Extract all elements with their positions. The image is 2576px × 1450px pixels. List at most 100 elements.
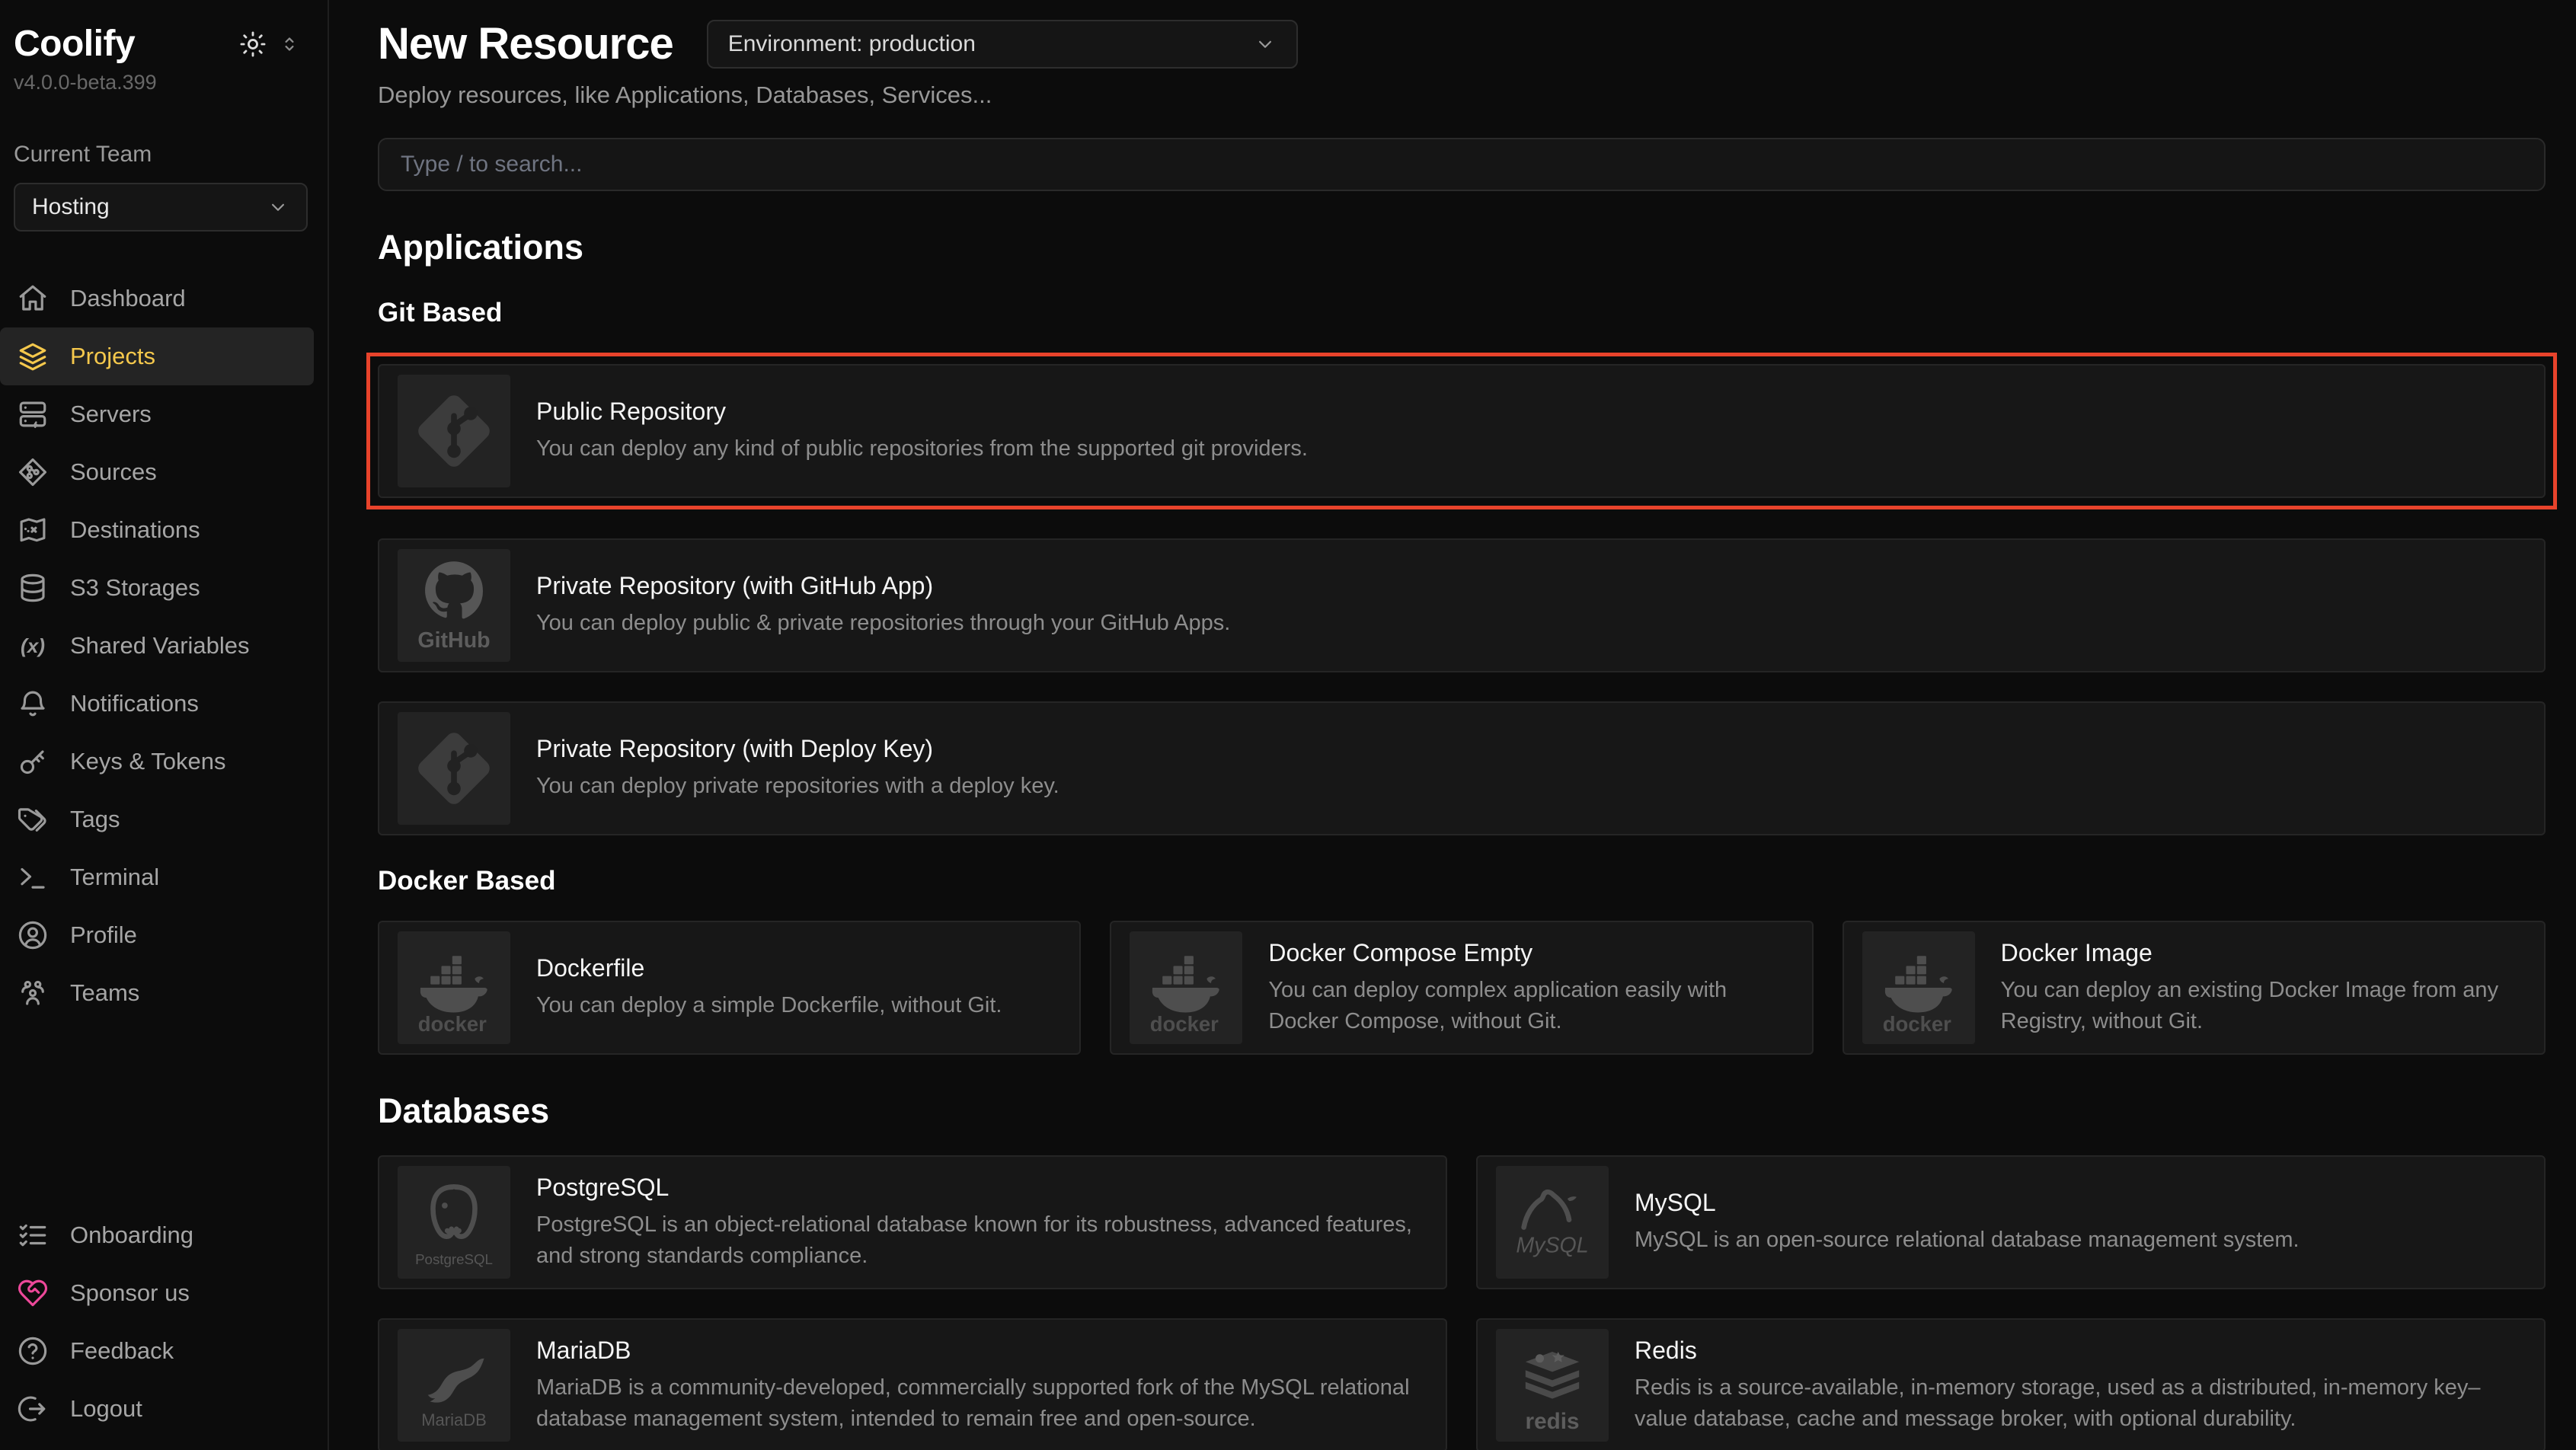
cards-grid-docker-based: docker Dockerfile You can deploy a simple …	[378, 921, 2546, 1055]
docker-logo: docker	[1130, 931, 1242, 1044]
card-description: You can deploy private repositories with…	[536, 771, 1059, 801]
card-title: Redis	[1635, 1337, 2526, 1365]
git-logo	[398, 712, 510, 825]
footer-item-logout[interactable]: Logout	[0, 1380, 314, 1438]
redis-logo: redis	[1496, 1329, 1609, 1442]
svg-text:docker: docker	[1150, 1012, 1219, 1036]
chevron-down-icon	[267, 196, 289, 219]
card-title: Docker Compose Empty	[1268, 939, 1793, 967]
team-select[interactable]: Hosting	[14, 183, 308, 232]
home-icon	[17, 283, 49, 315]
sidebar-item-s3-storages[interactable]: S3 Storages	[0, 559, 314, 617]
theme-toggle-button[interactable]	[235, 26, 271, 62]
list-checks-icon	[17, 1219, 49, 1251]
card-title: Private Repository (with Deploy Key)	[536, 735, 1059, 763]
resource-card-mysql[interactable]: MySQLMySQLMySQL is an open-source relati…	[1476, 1155, 2546, 1289]
sun-icon	[238, 30, 267, 59]
card-body: Dockerfile You can deploy a simple Docker…	[536, 954, 1002, 1020]
nav-item-label: Terminal	[70, 864, 159, 891]
page-header: New Resource Environment: production	[378, 18, 2546, 69]
card-description: You can deploy public & private reposito…	[536, 608, 1230, 638]
sidebar-item-teams[interactable]: Teams	[0, 964, 314, 1022]
resource-card-public-repository[interactable]: Public RepositoryYou can deploy any kind…	[378, 364, 2546, 498]
footer-item-onboarding[interactable]: Onboarding	[0, 1206, 314, 1264]
svg-text:redis: redis	[1526, 1409, 1580, 1434]
card-body: Docker ImageYou can deploy an existing D…	[2001, 939, 2526, 1036]
nav-item-label: Logout	[70, 1395, 142, 1423]
sidebar-item-keys-tokens[interactable]: Keys & Tokens	[0, 733, 314, 790]
nav-item-label: Sponsor us	[70, 1279, 190, 1307]
card-body: Public RepositoryYou can deploy any kind…	[536, 398, 1308, 464]
card-title: MySQL	[1635, 1189, 2300, 1217]
card-body: Private Repository (with Deploy Key) You …	[536, 735, 1059, 801]
nav-item-label: Tags	[70, 806, 120, 833]
heart-handshake-icon	[17, 1277, 49, 1309]
sidebar-item-notifications[interactable]: Notifications	[0, 675, 314, 733]
nav-item-label: Keys & Tokens	[70, 748, 225, 775]
card-title: Docker Image	[2001, 939, 2526, 967]
card-title: PostgreSQL	[536, 1174, 1427, 1202]
sidebar-footer: Onboarding Sponsor us Feedback Logout	[0, 1206, 328, 1450]
svg-text:GitHub: GitHub	[417, 628, 490, 653]
chevrons-up-down-icon	[278, 33, 301, 56]
app-logo: Coolify	[14, 23, 235, 65]
git-logo	[398, 375, 510, 487]
card-description: You can deploy any kind of public reposi…	[536, 433, 1308, 464]
sidebar-item-shared-variables[interactable]: (x)Shared Variables	[0, 617, 314, 675]
resource-card-docker-compose-empty[interactable]: docker Docker Compose Empty You can deploy…	[1110, 921, 1813, 1055]
resource-card-docker-image[interactable]: dockerDocker ImageYou can deploy an exis…	[1843, 921, 2546, 1055]
resource-card-private-repository-with-github-app[interactable]: GitHubPrivate Repository (with GitHub Ap…	[378, 538, 2546, 672]
cards-grid: PostgreSQL PostgreSQL PostgreSQL is an obj…	[378, 1155, 2546, 1450]
help-circle-icon	[17, 1335, 49, 1367]
svg-text:MySQL: MySQL	[1516, 1234, 1588, 1258]
card-description: You can deploy complex application easil…	[1268, 975, 1793, 1036]
section-heading-databases: Databases	[378, 1091, 2546, 1131]
svg-text:docker: docker	[418, 1012, 487, 1036]
sidebar-item-profile[interactable]: Profile	[0, 906, 314, 964]
footer-item-sponsor-us[interactable]: Sponsor us	[0, 1264, 314, 1322]
sidebar-item-servers[interactable]: Servers	[0, 385, 314, 443]
resource-card-private-repository-with-deploy-key[interactable]: Private Repository (with Deploy Key) You …	[378, 701, 2546, 835]
resource-card-dockerfile[interactable]: docker Dockerfile You can deploy a simple …	[378, 921, 1081, 1055]
nav-item-label: Sources	[70, 458, 157, 486]
card-title: MariaDB	[536, 1337, 1427, 1365]
tags-icon	[17, 803, 49, 835]
nav-item-label: Feedback	[70, 1337, 174, 1365]
sidebar: Coolify v4.0.0-beta.399 Current Team Hos…	[0, 0, 329, 1450]
search-input[interactable]	[378, 138, 2546, 191]
card-body: Docker Compose Empty You can deploy compl…	[1268, 939, 1793, 1036]
svg-text:(x): (x)	[21, 634, 45, 657]
layers-icon	[17, 340, 49, 372]
environment-select[interactable]: Environment: production	[707, 20, 1298, 69]
sidebar-header: Coolify v4.0.0-beta.399 Current Team Hos…	[0, 0, 328, 232]
sidebar-expand-button[interactable]	[271, 26, 308, 62]
resource-card-postgresql[interactable]: PostgreSQL PostgreSQL PostgreSQL is an obj…	[378, 1155, 1447, 1289]
card-title: Dockerfile	[536, 954, 1002, 982]
nav-item-label: Notifications	[70, 690, 199, 717]
sidebar-item-tags[interactable]: Tags	[0, 790, 314, 848]
mysql-logo: MySQL	[1496, 1166, 1609, 1279]
svg-text:MariaDB: MariaDB	[421, 1410, 487, 1429]
sidebar-item-sources[interactable]: Sources	[0, 443, 314, 501]
current-team-label: Current Team	[14, 142, 308, 168]
card-description: PostgreSQL is an object-relational datab…	[536, 1209, 1427, 1270]
nav-item-label: Servers	[70, 401, 152, 428]
users-icon	[17, 977, 49, 1009]
resource-card-mariadb[interactable]: MariaDBMariaDBMariaDB is a community-dev…	[378, 1318, 1447, 1450]
log-out-icon	[17, 1393, 49, 1425]
nav-item-label: Profile	[70, 921, 137, 949]
card-body: MariaDBMariaDB is a community-developed,…	[536, 1337, 1427, 1433]
sidebar-item-projects[interactable]: Projects	[0, 327, 314, 385]
key-icon	[17, 746, 49, 778]
card-description: You can deploy a simple Dockerfile, with…	[536, 990, 1002, 1020]
sidebar-item-dashboard[interactable]: Dashboard	[0, 270, 314, 327]
environment-select-value: Environment: production	[728, 31, 976, 57]
sidebar-item-destinations[interactable]: Destinations	[0, 501, 314, 559]
resource-card-redis[interactable]: redisRedisRedis is a source-available, i…	[1476, 1318, 2546, 1450]
postgresql-logo: PostgreSQL	[398, 1166, 510, 1279]
sidebar-item-terminal[interactable]: Terminal	[0, 848, 314, 906]
section-heading-applications: Applications	[378, 228, 2546, 267]
group-heading-git-based: Git Based	[378, 298, 2546, 328]
nav-item-label: Projects	[70, 343, 155, 370]
footer-item-feedback[interactable]: Feedback	[0, 1322, 314, 1380]
